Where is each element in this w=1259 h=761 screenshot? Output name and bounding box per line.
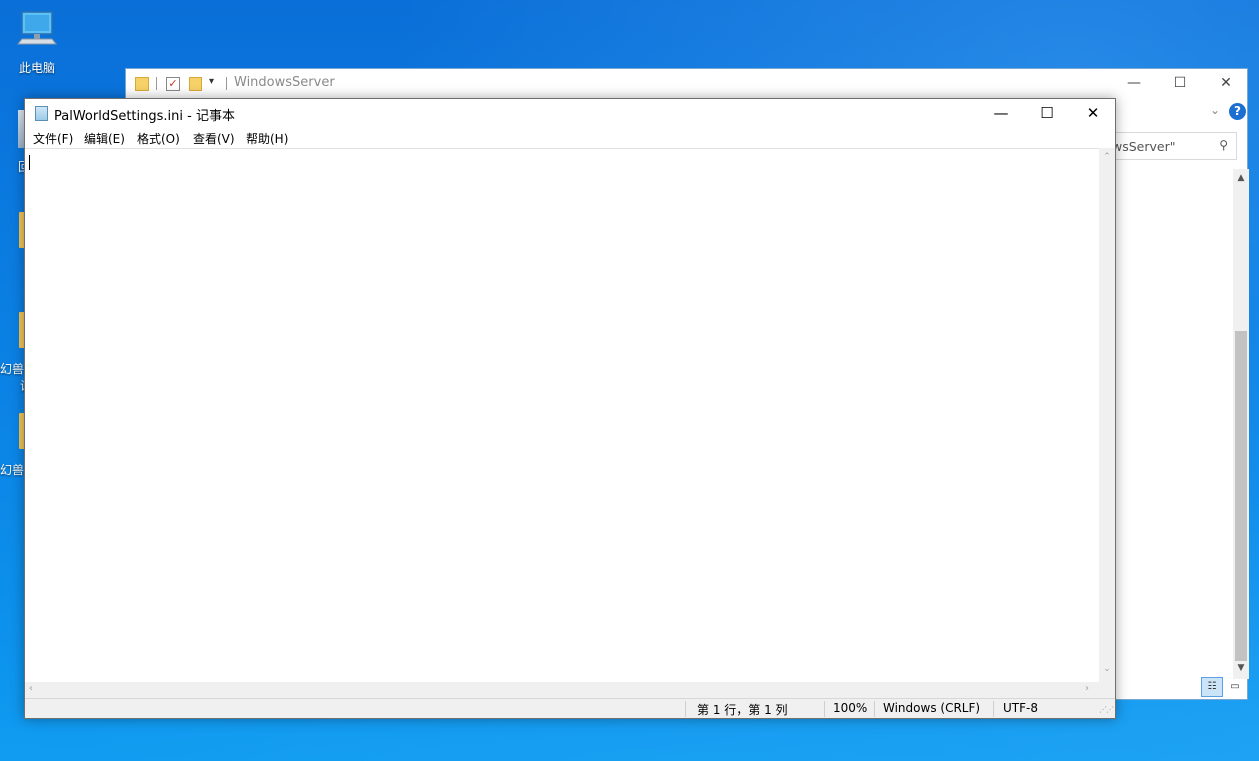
scroll-down-icon[interactable]: ⌄ [1099, 664, 1115, 674]
toolbar-divider [226, 77, 227, 90]
maximize-button[interactable]: ☐ [1024, 99, 1070, 128]
notepad-titlebar[interactable]: PalWorldSettings.ini - 记事本 — ☐ ✕ [25, 99, 1115, 128]
details-view-icon[interactable]: ☷ [1201, 677, 1223, 697]
scroll-right-icon[interactable]: › [1085, 683, 1089, 694]
resize-grip-icon[interactable]: ⋰⋰ [1099, 705, 1114, 714]
scroll-left-icon[interactable]: ‹ [29, 683, 33, 694]
scroll-down-icon[interactable]: ▼ [1233, 663, 1249, 673]
text-caret [29, 155, 30, 170]
help-icon[interactable]: ? [1229, 103, 1246, 120]
status-cursor-position: 第 1 行，第 1 列 [697, 703, 788, 717]
quick-access-folder-icon[interactable] [135, 77, 149, 91]
scrollbar-corner [1099, 682, 1115, 698]
explorer-close-button[interactable]: ✕ [1203, 69, 1249, 99]
menu-bar: 文件(F) 编辑(E) 格式(O) 查看(V) 帮助(H) [25, 128, 1115, 148]
search-icon[interactable]: ⚲ [1219, 138, 1228, 152]
desktop-partial-label-4: 幻兽 [0, 463, 25, 477]
search-input[interactable]: wsServer" ⚲ [1111, 132, 1237, 160]
status-line-ending: Windows (CRLF) [883, 701, 981, 715]
status-divider [993, 701, 994, 717]
status-encoding: UTF-8 [1003, 701, 1038, 715]
properties-check-icon[interactable]: ✓ [166, 77, 180, 91]
status-zoom: 100% [833, 701, 868, 715]
minimize-button[interactable]: — [978, 99, 1024, 128]
ribbon-expand-chevron-icon[interactable]: ⌄ [1210, 103, 1220, 117]
status-divider [874, 701, 875, 717]
customize-dropdown-icon[interactable]: ▾ [209, 76, 214, 92]
desktop-partial-label-2: 幻兽 [0, 362, 25, 376]
notepad-window[interactable]: PalWorldSettings.ini - 记事本 — ☐ ✕ 文件(F) 编… [24, 98, 1116, 719]
notepad-icon [35, 106, 48, 121]
search-input-text: wsServer" [1112, 139, 1176, 154]
explorer-titlebar[interactable]: ✓ ▾ WindowsServer — ☐ ✕ [126, 69, 1247, 99]
menu-help[interactable]: 帮助(H) [246, 130, 288, 147]
scrollbar-thumb[interactable] [1235, 331, 1247, 661]
horizontal-scrollbar[interactable]: ‹ › [25, 682, 1099, 698]
explorer-title: WindowsServer [234, 75, 335, 90]
window-title: PalWorldSettings.ini - 记事本 [54, 109, 235, 124]
menu-edit[interactable]: 编辑(E) [84, 130, 125, 147]
scroll-up-icon[interactable]: ⌃ [1099, 152, 1115, 162]
status-bar: 第 1 行，第 1 列 100% Windows (CRLF) UTF-8 ⋰⋰ [25, 698, 1115, 718]
status-divider [685, 701, 686, 717]
menu-format[interactable]: 格式(O) [137, 130, 180, 147]
new-folder-icon[interactable] [189, 77, 202, 91]
explorer-vertical-scrollbar[interactable]: ▲ ▼ [1233, 169, 1249, 679]
toolbar-divider [156, 77, 157, 90]
large-icons-view-icon[interactable]: ▭ [1225, 677, 1245, 697]
menu-view[interactable]: 查看(V) [193, 130, 235, 147]
close-button[interactable]: ✕ [1070, 99, 1116, 128]
scroll-up-icon[interactable]: ▲ [1233, 173, 1249, 183]
desktop-icon-label: 此电脑 [18, 61, 55, 75]
status-divider [824, 701, 825, 717]
text-editor-area[interactable] [25, 148, 1099, 682]
desktop-icon-this-pc[interactable]: 此电脑 [0, 0, 74, 80]
explorer-maximize-button[interactable]: ☐ [1157, 69, 1203, 99]
explorer-minimize-button[interactable]: — [1111, 69, 1157, 99]
vertical-scrollbar[interactable]: ⌃ ⌄ [1099, 148, 1115, 682]
computer-icon [16, 11, 58, 45]
menu-file[interactable]: 文件(F) [33, 130, 73, 147]
